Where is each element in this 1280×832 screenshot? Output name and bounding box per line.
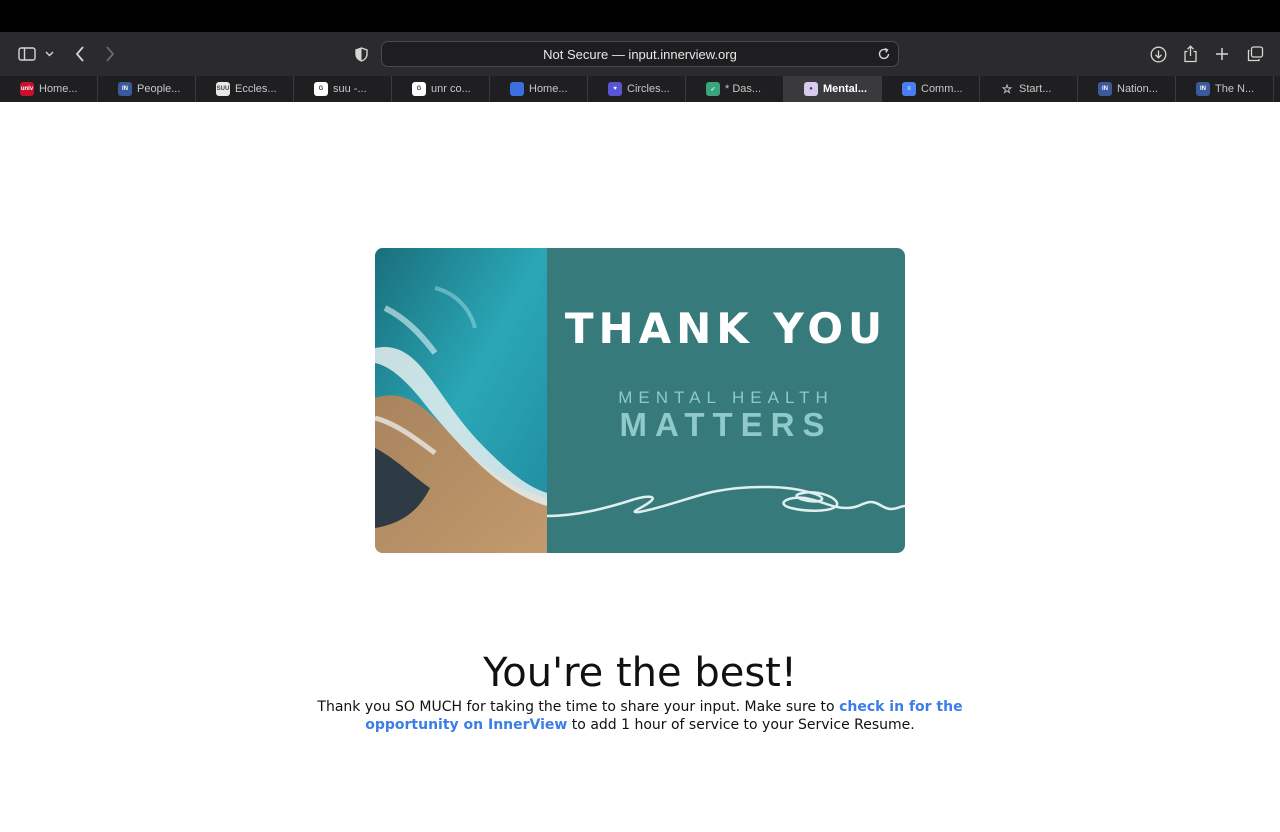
tab-bar: unlv Home... IN People... SUU Eccles... Gsuu -… xyxy=(0,76,1280,102)
google-favicon: G xyxy=(314,82,328,96)
sidebar-icon[interactable] xyxy=(14,32,40,76)
heart-favicon: ♥ xyxy=(608,82,622,96)
beach-wave-image xyxy=(375,248,547,553)
mental-health-text: MENTAL HEALTH xyxy=(618,388,834,407)
address-text: Not Secure — input.innerview.org xyxy=(543,46,737,62)
tab-label: Mental... xyxy=(823,83,868,95)
tab-label: suu -... xyxy=(333,83,367,95)
shield-favicon: ✓ xyxy=(706,82,720,96)
browser-tab[interactable]: IN People... xyxy=(98,76,196,102)
mentalhealth-favicon: ● xyxy=(804,82,818,96)
tab-label: * Das... xyxy=(725,83,762,95)
tab-label: Eccles... xyxy=(235,83,277,95)
browser-tab[interactable]: SUU Eccles... xyxy=(196,76,294,102)
thank-you-card: THANK YOU MENTAL HEALTH MATTERS xyxy=(375,248,905,553)
innerview-favicon: IN xyxy=(1098,82,1112,96)
chevron-down-icon[interactable] xyxy=(42,32,56,76)
browser-tab[interactable]: IN Nation... xyxy=(1078,76,1176,102)
tab-label: Comm... xyxy=(921,83,963,95)
tab-label: unr co... xyxy=(431,83,471,95)
privacy-shield-icon[interactable] xyxy=(350,32,372,76)
browser-tab[interactable]: IN The N... xyxy=(1176,76,1274,102)
matters-text: MATTERS xyxy=(619,406,833,443)
page-headline: You're the best! xyxy=(483,650,797,696)
tab-label: The N... xyxy=(1215,83,1255,95)
browser-tab[interactable]: Home... xyxy=(490,76,588,102)
browser-tab[interactable]: unlv Home... xyxy=(0,76,98,102)
wave-line-decoration xyxy=(547,485,905,518)
tab-label: Nation... xyxy=(1117,83,1158,95)
back-icon[interactable] xyxy=(70,32,90,76)
innerview-favicon: IN xyxy=(1196,82,1210,96)
address-bar[interactable]: Not Secure — input.innerview.org xyxy=(381,41,899,67)
tab-label: People... xyxy=(137,83,181,95)
suu-favicon: SUU xyxy=(216,82,230,96)
top-black-bar xyxy=(0,0,1280,32)
star-favicon: ☆ xyxy=(1001,82,1013,96)
unlv-favicon: unlv xyxy=(20,82,34,96)
tab-overview-icon[interactable] xyxy=(1244,32,1266,76)
share-icon[interactable] xyxy=(1180,32,1200,76)
tab-label: Home... xyxy=(529,83,568,95)
downloads-icon[interactable] xyxy=(1148,32,1168,76)
thank-you-message: Thank you SO MUCH for taking the time to… xyxy=(310,698,970,734)
reload-icon[interactable] xyxy=(876,46,892,62)
circle-favicon xyxy=(510,82,524,96)
thank-you-heading: THANK YOU xyxy=(564,304,888,353)
innerview-favicon: IN xyxy=(118,82,132,96)
google-favicon: G xyxy=(412,82,426,96)
tab-label: Home... xyxy=(39,83,78,95)
message-end: to add 1 hour of service to your Service… xyxy=(567,717,915,733)
message-start: Thank you SO MUCH for taking the time to… xyxy=(317,699,840,715)
browser-tab[interactable]: ● Mental... xyxy=(784,76,882,102)
page-content: THANK YOU MENTAL HEALTH MATTERS You're t… xyxy=(0,102,1280,832)
new-tab-icon[interactable] xyxy=(1212,32,1232,76)
browser-tab[interactable]: ☆ Start... xyxy=(980,76,1078,102)
browser-tab[interactable]: Gunr co... xyxy=(392,76,490,102)
browser-tab[interactable]: ≡ Comm... xyxy=(882,76,980,102)
docs-favicon: ≡ xyxy=(902,82,916,96)
tab-label: Circles... xyxy=(627,83,670,95)
browser-tab[interactable]: Gsuu -... xyxy=(294,76,392,102)
browser-tab[interactable]: ♥ Circles... xyxy=(588,76,686,102)
forward-icon[interactable] xyxy=(100,32,120,76)
tab-label: Start... xyxy=(1019,83,1052,95)
browser-tab[interactable]: ✓ * Das... xyxy=(686,76,784,102)
browser-toolbar: Not Secure — input.innerview.org xyxy=(0,32,1280,76)
